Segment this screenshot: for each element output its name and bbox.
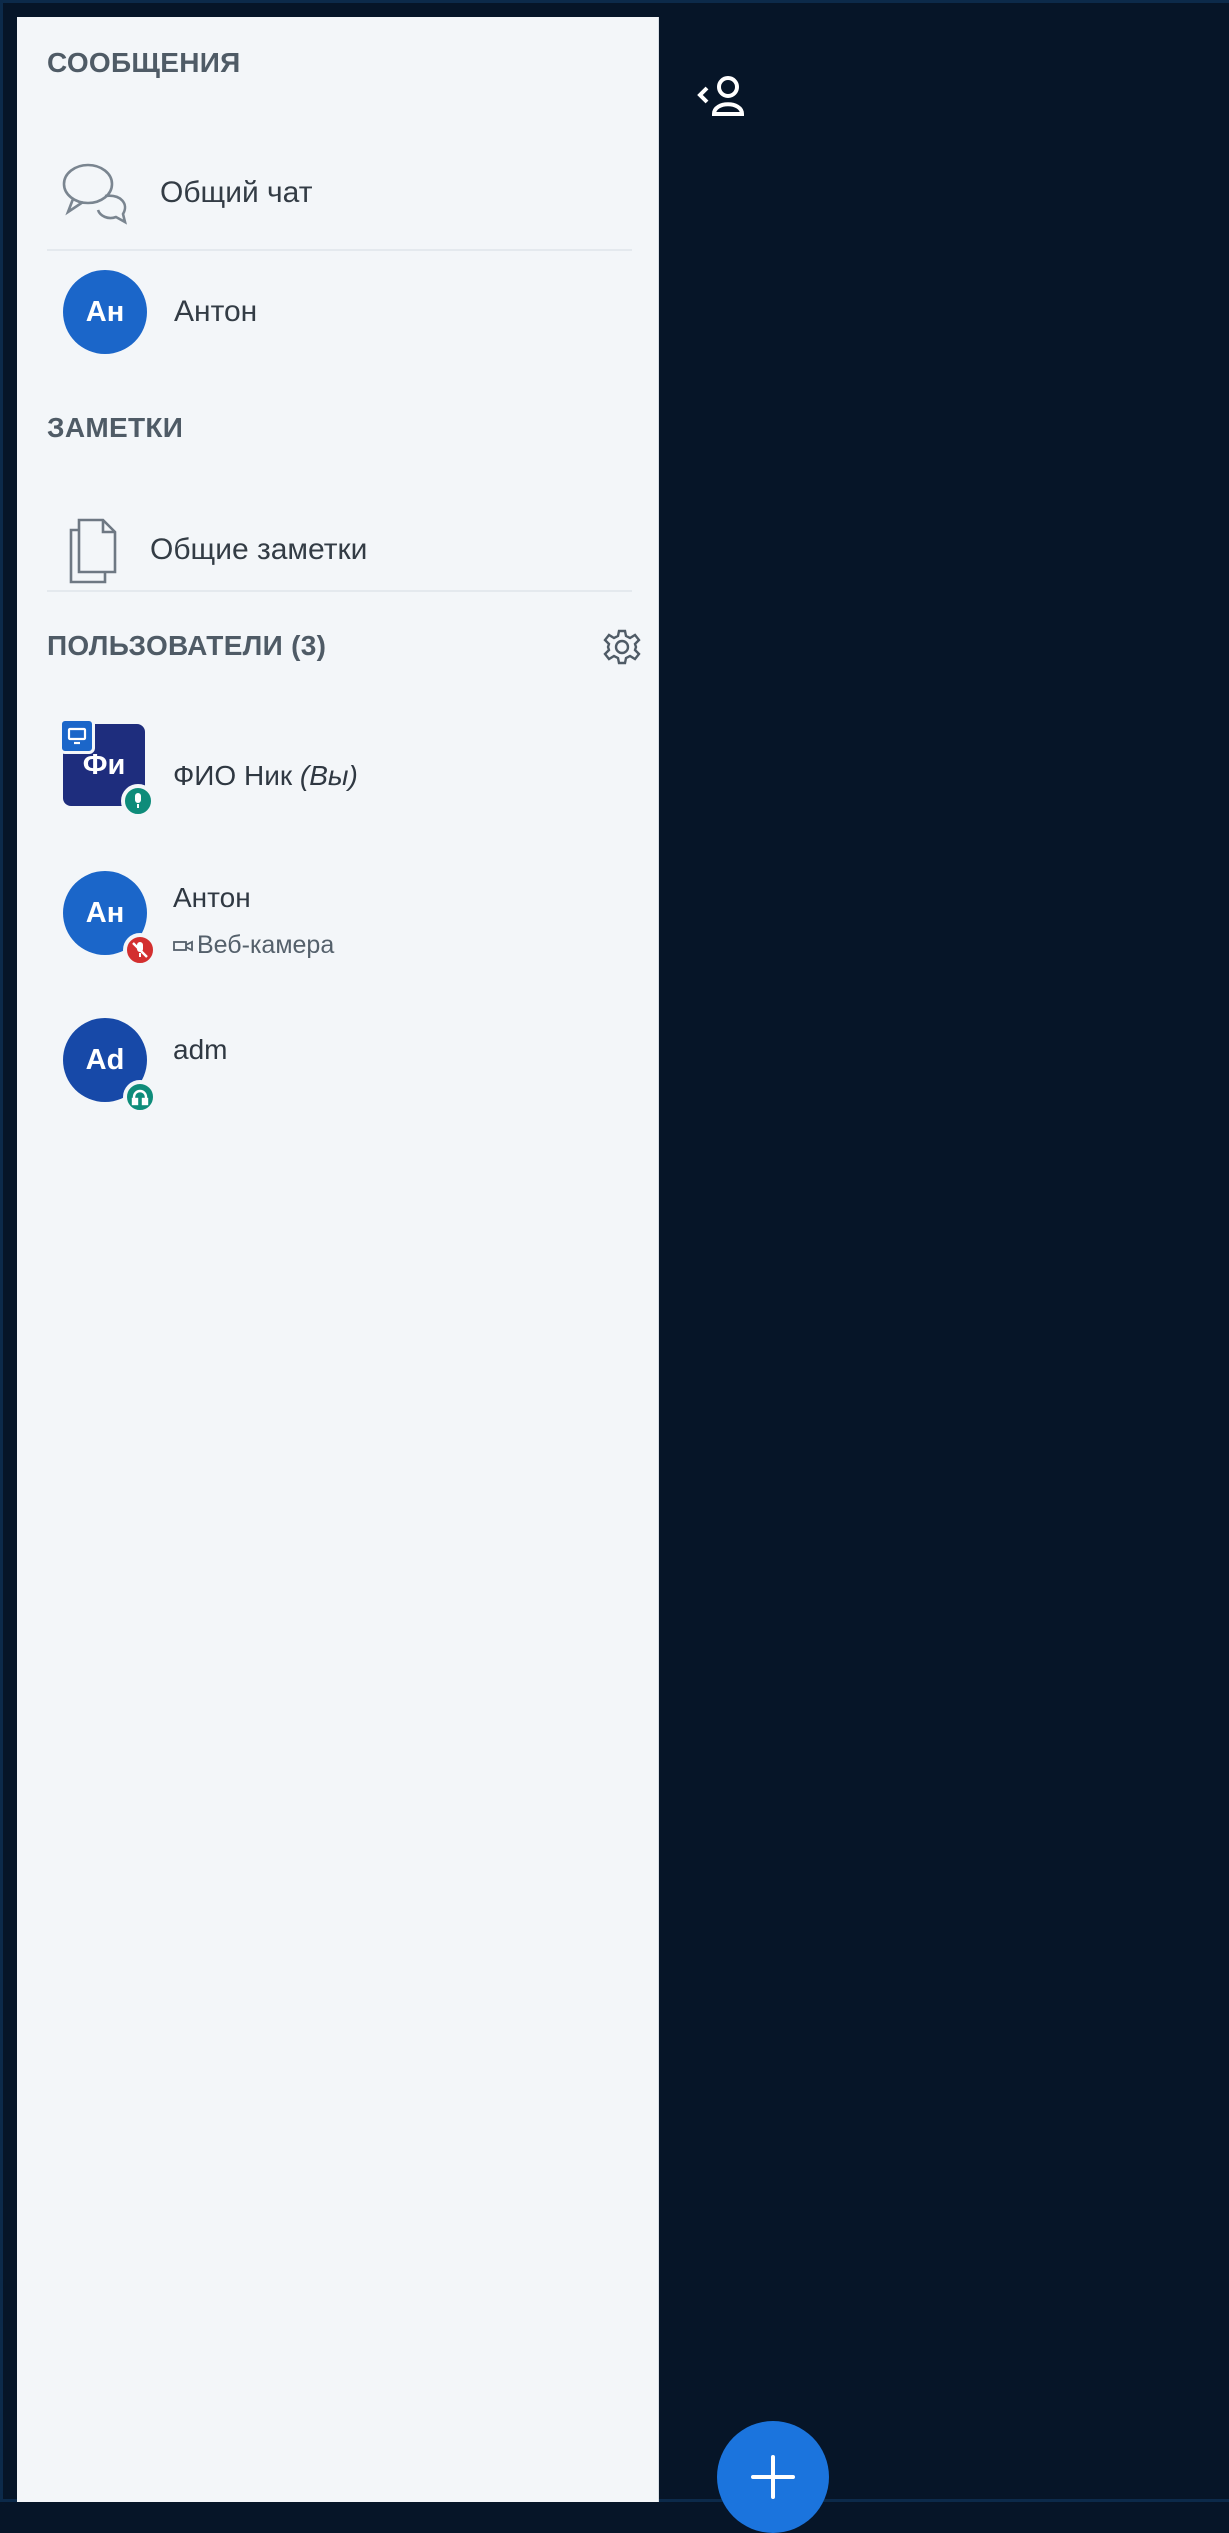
plus-icon [748, 2452, 798, 2502]
user-name: ФИО Ник (Вы) [173, 760, 358, 791]
user-name: Антон [173, 882, 251, 913]
collapse-users-icon[interactable] [694, 72, 752, 125]
avatar: Фи [59, 718, 155, 818]
add-action-button[interactable] [717, 2421, 829, 2533]
sidebar-item-label: Общий чат [160, 176, 313, 209]
avatar-initials: Ad [85, 1043, 125, 1076]
messages-section-title: СООБЩЕНИЯ [47, 47, 241, 78]
avatar: Ad [63, 1018, 157, 1114]
webcam-icon [173, 940, 193, 951]
user-list-item[interactable]: Фи ФИО Ник (Вы) [17, 706, 658, 826]
notes-section-title: ЗАМЕТКИ [47, 412, 184, 443]
users-section-title: ПОЛЬЗОВАТЕЛИ (3) [47, 630, 327, 661]
user-list-item[interactable]: Ad adm [17, 1000, 658, 1120]
microphone-muted-icon [123, 933, 157, 967]
sidebar-item-chat-anton[interactable]: Ан Антон [17, 253, 658, 371]
chat-bubbles-icon [61, 160, 133, 226]
avatar-initials: Ан [85, 896, 125, 929]
sidebar-item-public-chat[interactable]: Общий чат [17, 134, 658, 252]
divider [47, 249, 632, 251]
divider [47, 590, 632, 592]
notes-icon [63, 514, 123, 586]
sidebar-item-label: Общие заметки [150, 533, 368, 566]
user-status: Веб-камера [173, 931, 334, 960]
avatar: Ан [63, 871, 157, 967]
you-label: (Вы) [299, 760, 358, 791]
sidebar-item-label: Антон [174, 295, 258, 328]
sidebar: СООБЩЕНИЯ Общий чат Ан Антон ЗАМЕТКИ Общ… [17, 17, 659, 2502]
presenter-icon [59, 718, 95, 754]
avatar: Ан [63, 270, 147, 354]
headphones-icon [123, 1080, 157, 1114]
user-name: adm [173, 1034, 228, 1065]
microphone-icon [121, 784, 155, 818]
user-list-item[interactable]: Ан Антон Веб-камера [17, 853, 658, 973]
gear-icon[interactable] [603, 628, 641, 671]
